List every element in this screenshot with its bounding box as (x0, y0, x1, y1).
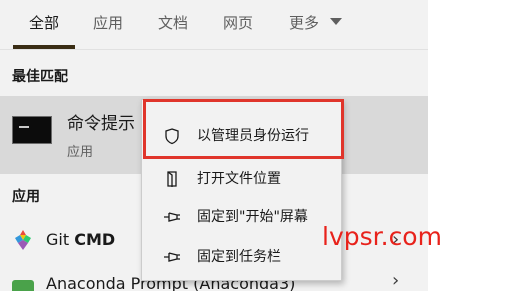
active-tab-indicator (13, 45, 75, 49)
best-match-subtitle: 应用 (67, 145, 94, 160)
tab-documents[interactable]: 文档 (158, 13, 188, 33)
best-match-heading: 最佳匹配 (12, 69, 68, 85)
app-result-label: Git CMD (46, 230, 116, 249)
search-filter-tabs: 全部 应用 文档 网页 更多 (0, 0, 428, 50)
command-prompt-icon (12, 116, 52, 144)
pin-icon (164, 252, 180, 262)
tab-apps[interactable]: 应用 (93, 13, 123, 33)
anaconda-icon (12, 280, 34, 291)
menu-item-run-as-admin[interactable]: 以管理员身份运行 (142, 118, 341, 154)
shield-icon (165, 128, 179, 145)
context-menu: 以管理员身份运行 打开文件位置 固定到"开始"屏幕 固定到任务栏 (141, 99, 342, 281)
tab-web[interactable]: 网页 (223, 13, 253, 33)
preview-pane (428, 56, 509, 291)
menu-item-open-file-location[interactable]: 打开文件位置 (142, 161, 341, 197)
chevron-right-icon[interactable]: › (392, 271, 399, 291)
pin-icon (164, 212, 180, 222)
menu-item-pin-to-start[interactable]: 固定到"开始"屏幕 (142, 199, 341, 235)
menu-item-label: 打开文件位置 (197, 171, 281, 187)
git-gem-icon (15, 230, 31, 250)
tab-more[interactable]: 更多 (289, 13, 319, 33)
apps-heading: 应用 (12, 189, 40, 205)
folder-file-icon (167, 171, 177, 187)
watermark: lvpsr.com (322, 222, 442, 251)
menu-item-pin-to-taskbar[interactable]: 固定到任务栏 (142, 239, 341, 275)
menu-item-label: 固定到"开始"屏幕 (197, 209, 308, 225)
best-match-title[interactable]: 命令提示 (67, 113, 135, 135)
chevron-down-icon[interactable] (330, 18, 342, 25)
menu-item-label: 固定到任务栏 (197, 249, 281, 265)
menu-item-label: 以管理员身份运行 (197, 128, 309, 144)
tab-all[interactable]: 全部 (29, 13, 59, 33)
